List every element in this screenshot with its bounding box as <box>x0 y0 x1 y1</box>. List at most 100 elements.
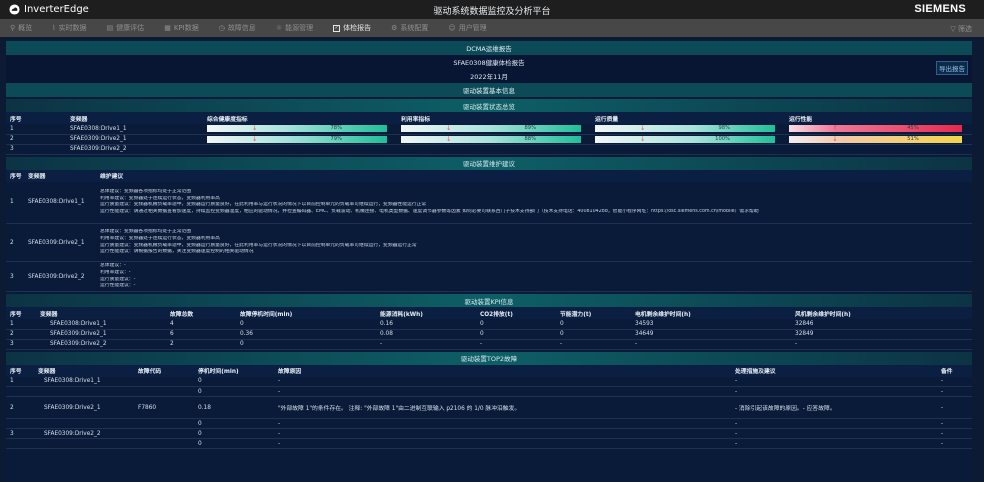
metric-bar: ↓ 100% <box>595 134 775 143</box>
table-row[interactable]: 0--- <box>6 386 972 397</box>
fault-cell: - <box>274 386 731 397</box>
table-row[interactable]: 1 SFAE0308:Drive1_1 0- - - <box>6 376 972 387</box>
filter-button[interactable]: ▽ 筛选 <box>950 24 972 34</box>
table-row[interactable]: 1 SFAE0308:Drive1_1 4 0 0.16 0 0 34593 32846 <box>6 319 972 330</box>
maintenance-table: 序号 变频器 维护建议 1 SFAE0308:Drive1_1 总体建议：变频器各项… <box>6 169 972 292</box>
fault-cell: 3 <box>6 428 34 439</box>
fault-cell: - <box>731 428 937 439</box>
app-title: 驱动系统数据监控及分析平台 <box>433 7 551 17</box>
advice-line: 运行质量建议：变频器机械负载率适中，变频器运行质量良好，在此利用率与运行状况的情… <box>100 242 417 248</box>
col-header: 序号 <box>6 112 66 124</box>
metric-bar: ↓ 89% <box>401 124 581 133</box>
kpi-table: 序号 变频器 故障总数 故障停机时间(min) 能源消耗(kWh) CO2排放(t) 节能潜… <box>6 307 972 350</box>
metric-cell <box>591 144 785 155</box>
metric-value: 51% <box>907 135 919 142</box>
nav-label: 体检报告 <box>343 24 372 32</box>
trend-arrow-icon: ↓ <box>252 124 258 133</box>
metric-value: 100% <box>715 135 730 142</box>
table-row[interactable]: 2 SFAE0309:Drive2_1 6 0.36 0.08 0 0 34649 32849 <box>6 329 972 340</box>
nav-system-config[interactable]: ⚙ 系统配置 <box>389 21 430 35</box>
col-header: 备件 <box>937 364 972 377</box>
report-icon: ✓ <box>333 24 341 32</box>
metric-bar: ↓ 51% <box>789 134 962 143</box>
fault-cell: - <box>274 428 731 439</box>
fault-cell: 0.18 <box>194 396 274 419</box>
col-header: 变频器 <box>66 112 203 124</box>
top-bar: InverterEdge 驱动系统数据监控及分析平台 SIEMENS <box>0 0 984 19</box>
kpi-cell: 34593 <box>631 319 791 330</box>
nav-label: 用户管理 <box>458 24 487 32</box>
fault-cell: - <box>937 386 972 397</box>
fault-cell <box>34 418 134 429</box>
table-row[interactable]: 1 SFAE0308:Drive1_1 ↓ 78% ↓ 89% ↓ 98% ↑ 45% <box>6 124 972 135</box>
nav-overview[interactable]: ⚲ 概览 <box>8 21 34 35</box>
metric-cell <box>785 144 972 155</box>
col-header: 能源消耗(kWh) <box>376 307 476 319</box>
nav-health-assessment[interactable]: ▤ 健康评估 <box>105 21 147 35</box>
metric-cell <box>397 144 591 155</box>
drive-name: SFAE0309:Drive2_1 <box>66 134 203 145</box>
kpi-cell: 1 <box>6 319 36 330</box>
fault-cell: - <box>731 418 937 429</box>
kpi-cell: 2 <box>6 329 36 340</box>
col-header: 序号 <box>6 364 34 377</box>
cloud-icon <box>9 4 20 15</box>
metric-value: 98% <box>718 125 730 132</box>
maintenance-header: 驱动装置维护建议 <box>6 156 972 170</box>
table-row[interactable]: 2 SFAE0309:Drive2_1 ↓ 79% ↓ 88% ↓ 100% ↓ 51% <box>6 134 972 145</box>
fault-cell: "外部故障 1"的条件存在。 注释: "外部故障 1"由二进制互联输入 p210… <box>274 396 731 419</box>
fault-cell: F7860 <box>134 396 194 419</box>
nav-label: 故障信息 <box>227 24 256 32</box>
col-header: 故障代码 <box>134 364 194 377</box>
table-row[interactable]: 3 SFAE0309:Drive2_2 <box>6 144 972 155</box>
advice-line: 运行质量建议：变频器机械负载率适中，变频器运行质量良好，在此利用率与运行状况的情… <box>100 202 427 208</box>
nav-kpi-data[interactable]: ▦ KPI数据 <box>162 21 201 35</box>
drive-name: SFAE0308:Drive1_1 <box>24 181 96 224</box>
col-header: 风机剩余维护时间(h) <box>791 307 972 319</box>
export-report-button[interactable]: 导出报告 <box>936 61 968 75</box>
kpi-cell: 32849 <box>791 329 972 340</box>
nav-energy-management[interactable]: ☼ 能源管理 <box>274 21 315 35</box>
table-row[interactable]: 2 SFAE0309:Drive2_1 F7860 0.18 "外部故障 1"的条件存在… <box>6 396 972 419</box>
row-number: 2 <box>6 134 66 145</box>
advice-line: 总体建议：变频器各项指标均处于正常范围 <box>100 189 192 195</box>
metric-cell: ↓ 51% <box>785 134 972 145</box>
kpi-cell: 0 <box>556 319 631 330</box>
report-period: 2022年11月 <box>6 69 972 83</box>
row-number: 1 <box>6 124 66 135</box>
nav-health-report[interactable]: ✓ 体检报告 <box>331 21 373 35</box>
report-head: DCMA运维报告 <box>6 41 972 55</box>
nav-label: 健康评估 <box>116 24 145 32</box>
app-logo[interactable]: InverterEdge <box>0 4 89 15</box>
nav-fault-info[interactable]: ◷ 故障信息 <box>217 21 258 35</box>
advice-line: 运行性能建议：- <box>100 283 136 289</box>
kpi-cell: - <box>476 339 556 350</box>
nav-realtime-data[interactable]: ⌇ 实时数据 <box>50 21 88 35</box>
trend-arrow-icon: ↓ <box>446 134 452 143</box>
table-row[interactable]: 0--- <box>6 438 972 449</box>
table-row[interactable]: 3 SFAE0309:Drive2_2 2 0- - - - - <box>6 339 972 350</box>
table-row[interactable]: 2 SFAE0309:Drive2_1 总体建议：变频器各项指标均处于正常范围 利用率… <box>6 223 972 262</box>
advice-line: 总体建议：变频器各项指标均处于正常范围 <box>100 229 192 235</box>
table-row[interactable]: 1 SFAE0308:Drive1_1 总体建议：变频器各项指标均处于正常范围 利用率… <box>6 181 972 224</box>
basic-info-header: 驱动装置基本信息 <box>6 83 972 97</box>
drive-name: SFAE0309:Drive2_2 <box>66 144 203 155</box>
drive-name: SFAE0309:Drive2_1 <box>24 223 96 262</box>
trend-arrow-icon: ↓ <box>832 134 838 143</box>
metric-cell: ↓ 100% <box>591 134 785 145</box>
metric-cell: ↓ 79% <box>203 134 397 145</box>
table-row[interactable]: 0--- <box>6 418 972 429</box>
nav-label: 能源管理 <box>285 24 314 32</box>
fault-cell: - <box>274 438 731 449</box>
status-table: 序号 变频器 综合健康度指标 利用率指标 运行质量 运行性能 1 SFAE0308… <box>6 112 972 155</box>
table-row[interactable]: 3 SFAE0309:Drive2_2 0- - - <box>6 428 972 439</box>
report-content[interactable]: DCMA运维报告 SFAE0308健康体检报告 2022年11月 导出报告 驱动… <box>6 41 972 482</box>
row-number: 3 <box>6 144 66 155</box>
chart-icon: ⌇ <box>52 24 56 32</box>
kpi-cell: 0 <box>556 329 631 340</box>
trend-arrow-icon: ↓ <box>640 134 646 143</box>
nav-user-management[interactable]: ☺ 用户管理 <box>446 21 488 35</box>
table-row[interactable]: 3 SFAE0309:Drive2_2 总体建议：- 利用率建议：- 运行质量建议：- 运… <box>6 261 972 292</box>
filter-icon: ▽ <box>950 25 958 33</box>
filter-label: 筛选 <box>958 25 972 33</box>
